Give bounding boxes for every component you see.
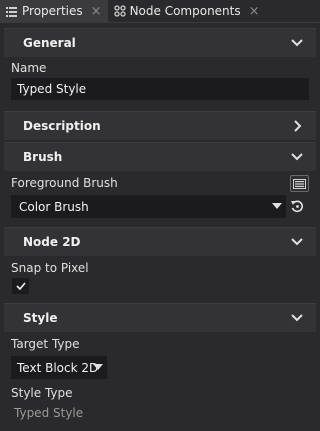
name-field[interactable]: Typed Style [11,78,309,100]
target-type-label: Target Type [11,337,80,351]
chevron-down-icon [291,153,303,161]
section-title: Style [23,311,58,325]
section-brush-header[interactable]: Brush [4,142,316,171]
section-node2d-header[interactable]: Node 2D [4,227,316,256]
snap-to-pixel-checkbox[interactable] [12,278,29,294]
section-title: Brush [23,150,63,164]
tab-bar: Properties × Node Components × [0,0,320,23]
section-title: General [23,36,76,50]
foreground-brush-dropdown[interactable]: Color Brush [11,195,286,218]
target-type-dropdown[interactable]: Text Block 2D [11,356,107,379]
style-type-value: Typed Style [14,406,84,420]
components-icon [113,5,126,17]
tab-node-components-label: Node Components [129,4,241,18]
style-type-label: Style Type [11,386,73,400]
chevron-down-icon [291,39,303,47]
name-label: Name [11,61,47,75]
caret-down-icon [272,203,282,209]
caret-down-icon [93,364,103,370]
section-description-header[interactable]: Description [4,111,316,140]
chevron-down-icon [291,314,303,322]
chevron-right-icon [294,120,302,132]
chevron-down-icon [291,238,303,246]
list-icon [6,5,18,17]
tab-properties-label: Properties [22,4,83,18]
brush-editor-icon[interactable] [290,175,309,192]
foreground-brush-label: Foreground Brush [11,176,118,190]
close-icon[interactable]: × [91,5,102,18]
section-general-header[interactable]: General [4,28,316,57]
section-style-header[interactable]: Style [4,303,316,332]
reset-icon[interactable] [289,198,305,214]
foreground-brush-value: Color Brush [19,199,89,214]
section-title: Description [23,119,101,133]
section-title: Node 2D [23,235,81,249]
tab-node-components[interactable]: Node Components × [108,0,266,22]
tab-properties[interactable]: Properties × [0,0,108,22]
close-icon[interactable]: × [249,5,260,18]
snap-to-pixel-label: Snap to Pixel [11,261,89,275]
checkmark-icon [15,282,26,290]
target-type-value: Text Block 2D [17,360,99,375]
